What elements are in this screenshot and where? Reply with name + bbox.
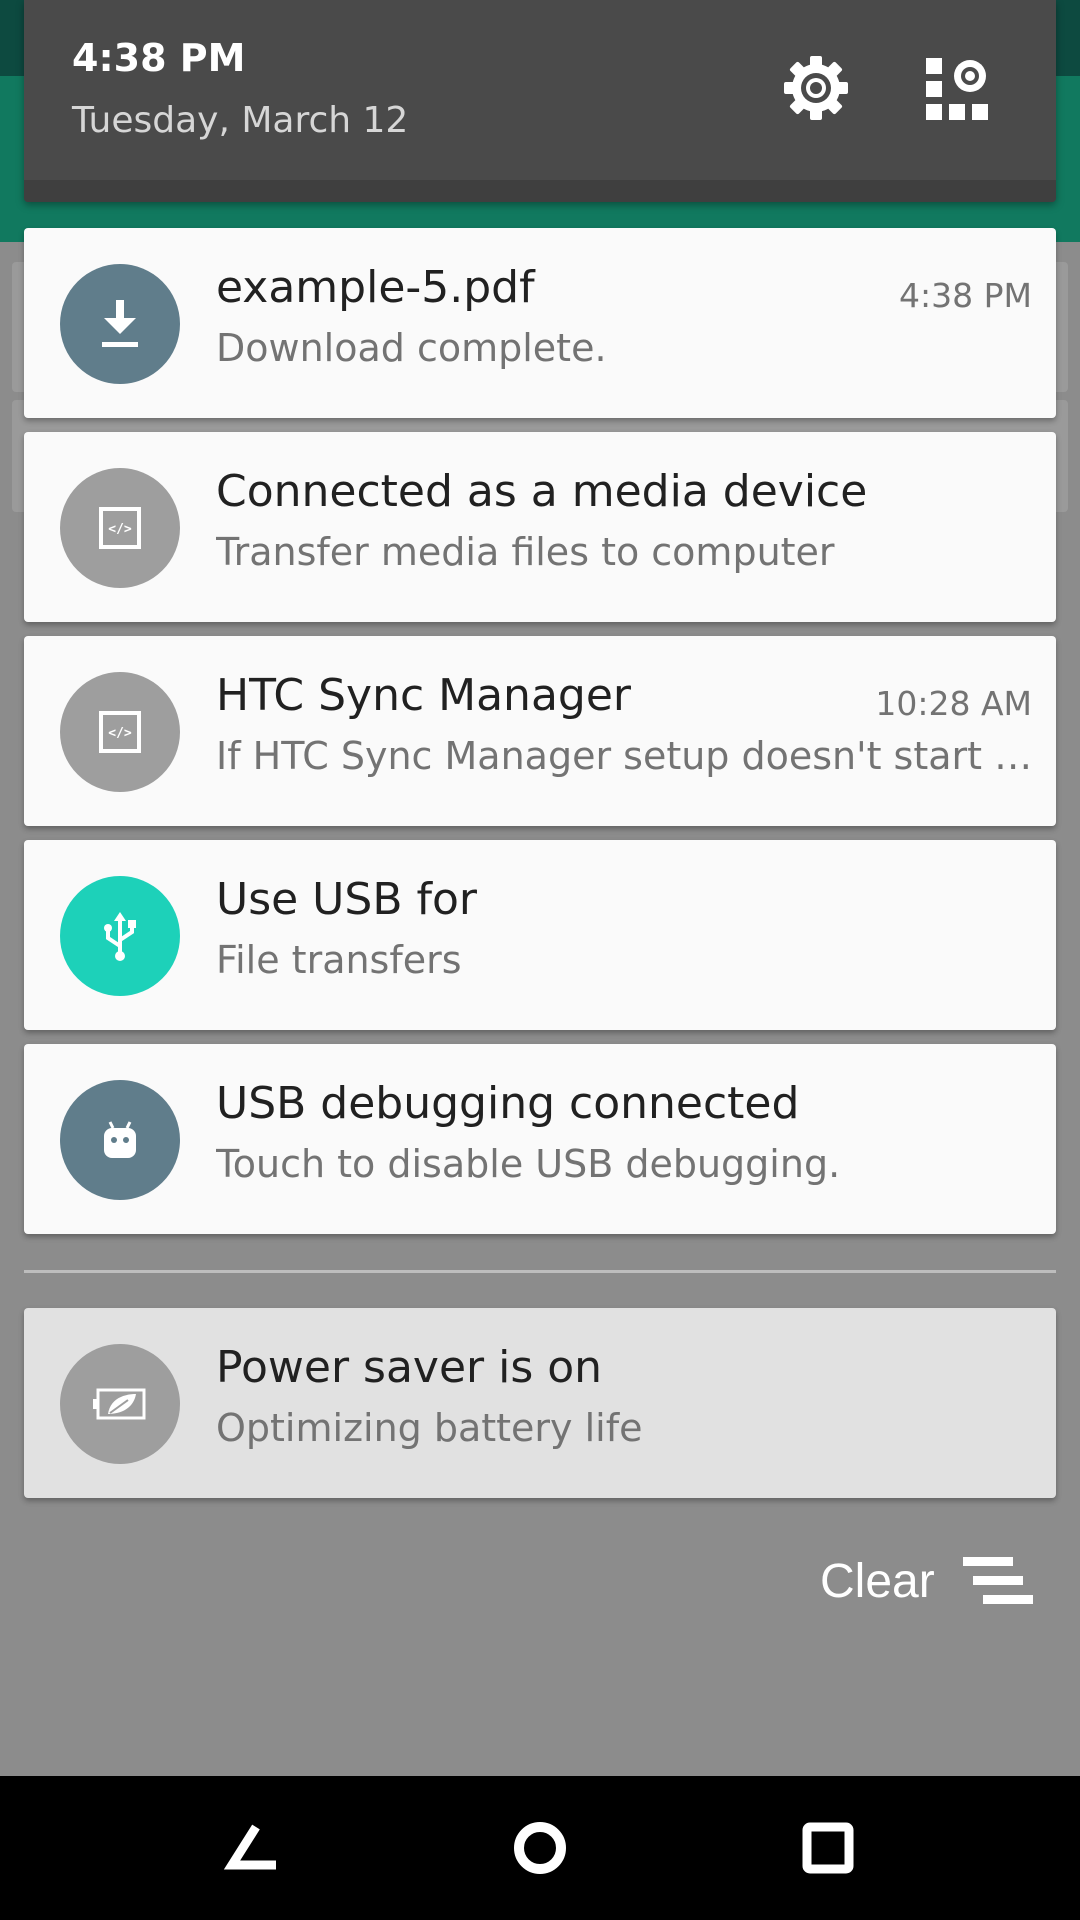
notification-shade-header: 4:38 PM Tuesday, March 12	[24, 0, 1056, 202]
notification-title: Use USB for	[216, 874, 477, 925]
header-bottom-strip	[24, 180, 1056, 202]
notification-text: Transfer media files to computer	[216, 530, 835, 574]
usb-icon	[60, 876, 180, 996]
recents-icon[interactable]	[792, 1812, 864, 1884]
clock-time: 4:38 PM	[72, 36, 246, 80]
notification-usb-mode[interactable]: Use USB for File transfers	[24, 840, 1056, 1030]
notification-divider	[24, 1270, 1056, 1273]
notification-text: Optimizing battery life	[216, 1406, 643, 1450]
navigation-bar	[0, 1776, 1080, 1920]
notification-time: 4:38 PM	[899, 276, 1032, 315]
svg-text:</>: </>	[108, 726, 132, 741]
notification-power-saver[interactable]: Power saver is on Optimizing battery lif…	[24, 1308, 1056, 1498]
code-icon: </>	[60, 468, 180, 588]
notification-download[interactable]: example-5.pdf Download complete. 4:38 PM	[24, 228, 1056, 418]
svg-text:</>: </>	[108, 522, 132, 537]
home-icon[interactable]	[504, 1812, 576, 1884]
clear-label: Clear	[820, 1554, 935, 1608]
notification-text: Touch to disable USB debugging.	[216, 1142, 841, 1186]
notification-text: Download complete.	[216, 326, 607, 370]
notification-usb-debugging[interactable]: USB debugging connected Touch to disable…	[24, 1044, 1056, 1234]
notification-title: example-5.pdf	[216, 262, 535, 313]
battery-leaf-icon	[60, 1344, 180, 1464]
notification-text: If HTC Sync Manager setup doesn't start …	[216, 734, 1036, 778]
notification-title: USB debugging connected	[216, 1078, 800, 1129]
date-label: Tuesday, March 12	[72, 100, 409, 141]
notification-title: HTC Sync Manager	[216, 670, 631, 721]
download-icon	[60, 264, 180, 384]
code-icon: </>	[60, 672, 180, 792]
notification-title: Power saver is on	[216, 1342, 603, 1393]
clear-all-icon	[961, 1553, 1035, 1609]
quick-settings-icon[interactable]	[924, 56, 990, 122]
back-icon[interactable]	[216, 1812, 288, 1884]
notification-time: 10:28 AM	[875, 684, 1032, 723]
notification-text: File transfers	[216, 938, 462, 982]
clear-all-button[interactable]: Clear	[820, 1546, 1035, 1616]
notification-media-device[interactable]: </> Connected as a media device Transfer…	[24, 432, 1056, 622]
notification-htc-sync[interactable]: </> HTC Sync Manager If HTC Sync Manager…	[24, 636, 1056, 826]
android-icon	[60, 1080, 180, 1200]
notification-title: Connected as a media device	[216, 466, 868, 517]
gear-icon[interactable]	[780, 52, 852, 124]
